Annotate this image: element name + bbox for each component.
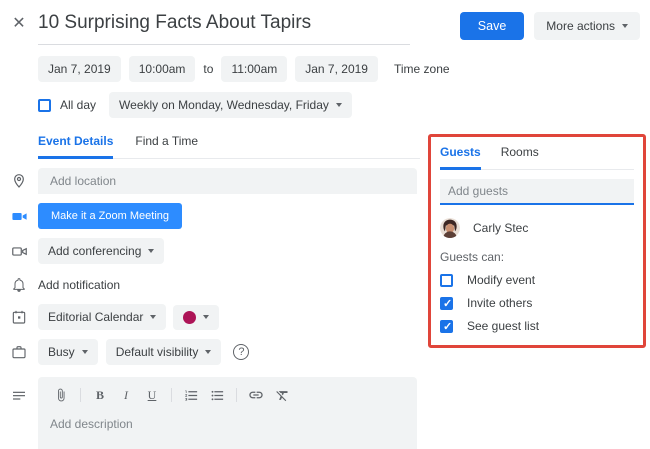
allday-row: All day Weekly on Monday, Wednesday, Fri… bbox=[38, 92, 650, 118]
chevron-down-icon bbox=[148, 249, 155, 253]
calendar-row: Editorial Calendar bbox=[0, 304, 420, 330]
all-day-label: All day bbox=[60, 98, 97, 112]
datetime-row: Jan 7, 2019 10:00am to 11:00am Jan 7, 20… bbox=[38, 56, 650, 82]
start-date-chip[interactable]: Jan 7, 2019 bbox=[38, 56, 121, 82]
permission-label: Modify event bbox=[467, 273, 536, 287]
description-editor[interactable]: B I U Add description bbox=[38, 377, 417, 449]
event-color-dot bbox=[183, 310, 197, 324]
location-row bbox=[0, 168, 420, 194]
more-actions-button[interactable]: More actions bbox=[534, 12, 640, 40]
tab-guests[interactable]: Guests bbox=[440, 145, 481, 170]
see-guest-list-checkbox[interactable] bbox=[440, 319, 453, 333]
more-actions-label: More actions bbox=[546, 19, 615, 33]
permission-modify-event[interactable]: Modify event bbox=[440, 273, 634, 287]
description-toolbar: B I U bbox=[50, 385, 405, 405]
event-details-column: Event Details Find a Time Make it a Zoom… bbox=[0, 134, 420, 449]
permission-invite-others[interactable]: Invite others bbox=[440, 296, 634, 310]
tab-event-details[interactable]: Event Details bbox=[38, 134, 114, 159]
make-zoom-meeting-button[interactable]: Make it a Zoom Meeting bbox=[38, 203, 182, 229]
attach-file-icon[interactable] bbox=[50, 385, 72, 405]
invite-others-checkbox[interactable] bbox=[440, 296, 453, 310]
description-placeholder[interactable]: Add description bbox=[50, 417, 405, 431]
calendar-icon bbox=[0, 309, 38, 325]
to-label: to bbox=[203, 62, 214, 76]
briefcase-icon bbox=[0, 344, 38, 360]
chevron-down-icon bbox=[203, 315, 210, 319]
bell-icon bbox=[0, 277, 38, 293]
conferencing-row: Add conferencing bbox=[0, 238, 420, 264]
zoom-meeting-row: Make it a Zoom Meeting bbox=[0, 203, 420, 229]
guests-column: Guests Rooms Carly Stec Guests can: Modi… bbox=[428, 134, 646, 348]
chevron-down-icon bbox=[81, 350, 88, 354]
chevron-down-icon bbox=[335, 103, 342, 107]
add-notification-button[interactable]: Add notification bbox=[38, 278, 120, 292]
visibility-dropdown[interactable]: Default visibility bbox=[105, 339, 222, 365]
start-time-chip[interactable]: 10:00am bbox=[128, 56, 196, 82]
numbered-list-icon[interactable] bbox=[180, 385, 202, 405]
toolbar-separator bbox=[236, 388, 237, 402]
detail-tabs: Event Details Find a Time bbox=[38, 134, 420, 159]
underline-button[interactable]: U bbox=[141, 385, 163, 405]
chevron-down-icon bbox=[622, 24, 628, 28]
header: ✕ 10 Surprising Facts About Tapirs Save … bbox=[0, 0, 650, 45]
description-lines-icon bbox=[0, 387, 38, 403]
attendee-row: Carly Stec bbox=[440, 218, 634, 238]
help-icon[interactable]: ? bbox=[233, 344, 250, 360]
description-row: B I U Add description bbox=[0, 377, 420, 449]
save-button[interactable]: Save bbox=[459, 12, 525, 40]
toolbar-separator bbox=[171, 388, 172, 402]
add-conferencing-dropdown[interactable]: Add conferencing bbox=[38, 238, 165, 264]
modify-event-checkbox[interactable] bbox=[440, 273, 453, 287]
clear-formatting-icon[interactable] bbox=[271, 385, 293, 405]
notification-row: Add notification bbox=[0, 277, 420, 293]
italic-button[interactable]: I bbox=[115, 385, 137, 405]
avatar bbox=[440, 218, 460, 238]
video-camera-filled-icon bbox=[0, 208, 38, 225]
all-day-checkbox[interactable] bbox=[38, 98, 51, 112]
busy-label: Busy bbox=[48, 345, 75, 359]
location-input[interactable] bbox=[38, 168, 417, 194]
tab-rooms[interactable]: Rooms bbox=[501, 145, 539, 169]
main: Event Details Find a Time Make it a Zoom… bbox=[0, 134, 650, 449]
add-guests-input[interactable] bbox=[440, 179, 634, 205]
guests-tabs: Guests Rooms bbox=[440, 145, 634, 170]
guests-panel-highlight: Guests Rooms Carly Stec Guests can: Modi… bbox=[428, 134, 646, 348]
conferencing-label: Add conferencing bbox=[48, 244, 142, 258]
guests-can-label: Guests can: bbox=[440, 250, 505, 264]
tab-find-a-time[interactable]: Find a Time bbox=[135, 134, 198, 158]
end-date-chip[interactable]: Jan 7, 2019 bbox=[295, 56, 378, 82]
chevron-down-icon bbox=[205, 350, 212, 354]
timezone-button[interactable]: Time zone bbox=[394, 62, 450, 76]
calendar-select-dropdown[interactable]: Editorial Calendar bbox=[38, 304, 167, 330]
bold-button[interactable]: B bbox=[89, 385, 111, 405]
chevron-down-icon bbox=[150, 315, 157, 319]
location-pin-icon bbox=[0, 173, 38, 189]
toolbar-separator bbox=[80, 388, 81, 402]
close-icon[interactable]: ✕ bbox=[10, 15, 28, 33]
permission-label: Invite others bbox=[467, 296, 533, 310]
event-color-dropdown[interactable] bbox=[173, 304, 220, 330]
recurrence-dropdown[interactable]: Weekly on Monday, Wednesday, Friday bbox=[109, 92, 352, 118]
video-camera-outline-icon bbox=[0, 243, 38, 260]
insert-link-icon[interactable] bbox=[245, 385, 267, 405]
permission-see-guest-list[interactable]: See guest list bbox=[440, 319, 634, 333]
event-title[interactable]: 10 Surprising Facts About Tapirs bbox=[38, 12, 410, 34]
busy-dropdown[interactable]: Busy bbox=[38, 339, 98, 365]
attendee-name: Carly Stec bbox=[473, 221, 529, 235]
recurrence-value: Weekly on Monday, Wednesday, Friday bbox=[119, 98, 329, 112]
event-title-field[interactable]: 10 Surprising Facts About Tapirs bbox=[38, 12, 410, 45]
permission-label: See guest list bbox=[467, 319, 540, 333]
end-time-chip[interactable]: 11:00am bbox=[221, 56, 288, 82]
calendar-select-label: Editorial Calendar bbox=[48, 310, 144, 324]
bulleted-list-icon[interactable] bbox=[206, 385, 228, 405]
visibility-label: Default visibility bbox=[115, 345, 199, 359]
busy-visibility-row: Busy Default visibility ? bbox=[0, 339, 420, 365]
